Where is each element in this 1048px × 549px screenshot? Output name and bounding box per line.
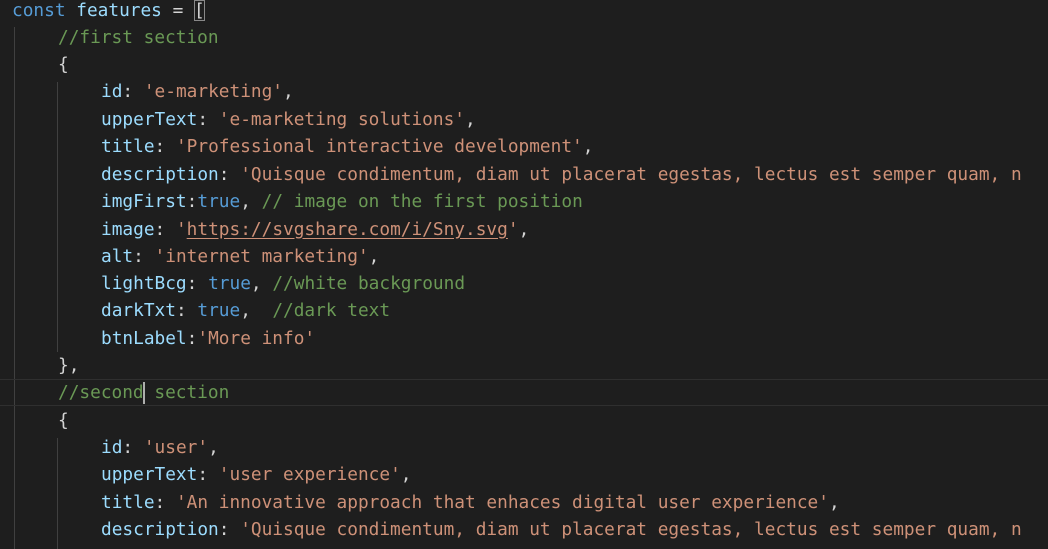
colon: : bbox=[197, 109, 219, 130]
code-line-17[interactable]: id: 'user', bbox=[0, 434, 219, 461]
comment-section: section bbox=[143, 382, 230, 403]
code-line-3[interactable]: { bbox=[0, 51, 69, 78]
property-key: lightBcg bbox=[101, 273, 187, 294]
boolean-value: true bbox=[208, 273, 251, 294]
quote: ' bbox=[175, 219, 187, 240]
string-value: 'Quisque condimentum, diam ut placerat e… bbox=[240, 164, 1022, 185]
property-key: btnLabel bbox=[101, 328, 187, 349]
object-close-brace: }, bbox=[58, 355, 80, 376]
property-key: upperText bbox=[101, 464, 198, 485]
code-line-20[interactable]: description: 'Quisque condimentum, diam … bbox=[0, 516, 1022, 543]
quote: ' bbox=[507, 219, 519, 240]
code-line-9[interactable]: image: 'https://svgshare.com/i/Sny.svg', bbox=[0, 216, 529, 243]
string-value: 'Professional interactive development' bbox=[175, 136, 583, 157]
property-key: upperText bbox=[101, 109, 198, 130]
code-line-6[interactable]: title: 'Professional interactive develop… bbox=[0, 133, 593, 160]
property-key: title bbox=[101, 492, 155, 513]
comma: , bbox=[828, 492, 840, 513]
colon: : bbox=[186, 273, 209, 294]
colon: : bbox=[175, 300, 198, 321]
code-line-14[interactable]: }, bbox=[0, 352, 79, 379]
object-open-brace: { bbox=[58, 54, 69, 75]
string-value: 'e-marketing solutions' bbox=[218, 109, 466, 130]
comma: , bbox=[250, 273, 273, 294]
property-key: imgFirst bbox=[101, 191, 187, 212]
code-line-5[interactable]: upperText: 'e-marketing solutions', bbox=[0, 106, 476, 133]
code-line-8[interactable]: imgFirst:true, // image on the first pos… bbox=[0, 188, 583, 215]
boolean-value: true bbox=[197, 191, 241, 212]
code-line-18[interactable]: upperText: 'user experience', bbox=[0, 461, 412, 488]
variable-name: features bbox=[76, 0, 162, 21]
comma: , bbox=[240, 191, 262, 212]
string-value: 'More info' bbox=[197, 328, 316, 349]
string-value: 'An innovative approach that enhaces dig… bbox=[175, 492, 829, 513]
code-line-19[interactable]: title: 'An innovative approach that enha… bbox=[0, 489, 840, 516]
code-line-7[interactable]: description: 'Quisque condimentum, diam … bbox=[0, 161, 1022, 188]
comment-second: //second bbox=[58, 382, 144, 403]
code-line-10[interactable]: alt: 'internet marketing', bbox=[0, 243, 379, 270]
comma: , bbox=[368, 246, 380, 267]
comma: , bbox=[240, 300, 273, 321]
colon: : bbox=[154, 136, 176, 157]
comma: , bbox=[208, 437, 219, 458]
code-line-16[interactable]: { bbox=[0, 407, 69, 434]
object-open-brace: { bbox=[58, 410, 69, 431]
code-line-15-current[interactable]: //second section bbox=[0, 379, 1048, 407]
code-editor[interactable]: const features = [ //first section { id:… bbox=[0, 0, 1048, 549]
property-key: description bbox=[101, 164, 219, 185]
colon: : bbox=[133, 246, 155, 267]
property-key: id bbox=[101, 437, 123, 458]
inline-comment: // image on the first position bbox=[261, 191, 583, 212]
colon: : bbox=[186, 328, 198, 349]
colon: : bbox=[186, 191, 198, 212]
comma: , bbox=[465, 109, 476, 130]
operator-equals: = bbox=[161, 0, 195, 21]
colon: : bbox=[154, 492, 176, 513]
string-value: 'user experience' bbox=[218, 464, 401, 485]
property-key: image bbox=[101, 219, 155, 240]
colon: : bbox=[122, 437, 144, 458]
comma: , bbox=[283, 81, 294, 102]
colon: : bbox=[122, 81, 144, 102]
property-key: id bbox=[101, 81, 123, 102]
code-line-2[interactable]: //first section bbox=[0, 24, 219, 51]
property-key: darkTxt bbox=[101, 300, 176, 321]
colon: : bbox=[218, 519, 241, 540]
property-key: alt bbox=[101, 246, 134, 267]
comma: , bbox=[400, 464, 412, 485]
colon: : bbox=[197, 464, 219, 485]
indent-guide-level-2-block-1 bbox=[57, 82, 58, 352]
boolean-value: true bbox=[197, 300, 241, 321]
comment-first-section: //first section bbox=[58, 27, 219, 48]
inline-comment: //dark text bbox=[272, 300, 391, 321]
comma: , bbox=[582, 136, 594, 157]
string-value: 'e-marketing' bbox=[143, 81, 284, 102]
image-url-link[interactable]: https://svgshare.com/i/Sny.svg bbox=[187, 219, 508, 240]
keyword-const: const bbox=[12, 0, 66, 21]
property-key: title bbox=[101, 136, 155, 157]
code-line-1[interactable]: const features = [ bbox=[0, 0, 205, 24]
string-value: 'Quisque condimentum, diam ut placerat e… bbox=[240, 519, 1022, 540]
inline-comment: //white background bbox=[272, 273, 466, 294]
string-value: 'internet marketing' bbox=[154, 246, 369, 267]
property-key: description bbox=[101, 519, 219, 540]
bracket-match-open: [ bbox=[194, 0, 205, 21]
colon: : bbox=[218, 164, 241, 185]
colon: : bbox=[154, 219, 176, 240]
code-line-12[interactable]: darkTxt: true, //dark text bbox=[0, 297, 390, 324]
comma: , bbox=[518, 219, 530, 240]
code-line-11[interactable]: lightBcg: true, //white background bbox=[0, 270, 465, 297]
code-line-4[interactable]: id: 'e-marketing', bbox=[0, 78, 294, 105]
code-line-13[interactable]: btnLabel:'More info' bbox=[0, 325, 315, 352]
indent-guide-level-2-block-2 bbox=[57, 438, 58, 549]
string-value: 'user' bbox=[143, 437, 209, 458]
